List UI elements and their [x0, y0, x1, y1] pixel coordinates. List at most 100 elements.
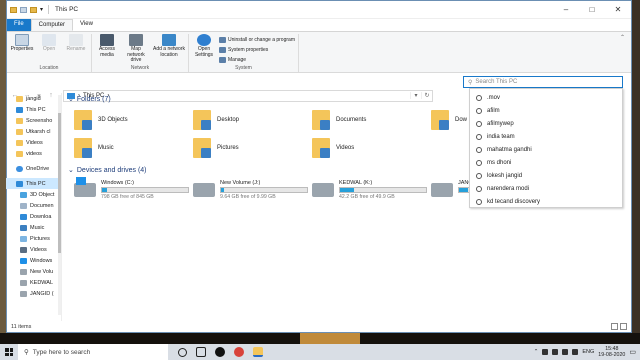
- start-button[interactable]: [0, 344, 18, 360]
- sidebar-item-videos[interactable]: Videos: [6, 244, 61, 255]
- taskbar-search-placeholder: Type here to search: [32, 348, 91, 356]
- chevron-down-icon[interactable]: ▾: [40, 6, 43, 13]
- sidebar-item-pictures[interactable]: Pictures: [6, 233, 61, 244]
- folder-desktop[interactable]: Desktop: [193, 108, 312, 132]
- network-icon[interactable]: [542, 349, 549, 355]
- suggestion-label: narendera modi: [487, 185, 530, 192]
- sidebar-item-onedrive[interactable]: OneDrive: [6, 163, 61, 174]
- scrollbar-thumb[interactable]: [58, 113, 61, 253]
- sidebar-item-this-pc-pinned[interactable]: This PC: [6, 104, 61, 115]
- folder-3d-objects[interactable]: 3D Objects: [74, 108, 193, 132]
- manage-button[interactable]: Manage: [219, 55, 295, 64]
- suggestion-item[interactable]: india team: [470, 130, 622, 143]
- sidebar-item-jangid[interactable]: jangid: [6, 93, 61, 104]
- notifications-icon[interactable]: ▭: [629, 348, 636, 356]
- system-properties-button[interactable]: System properties: [219, 45, 295, 54]
- sidebar-item-jangid-drive[interactable]: JANGID (: [6, 288, 61, 299]
- uninstall-label: Uninstall or change a program: [228, 36, 295, 43]
- clock[interactable]: 15:48 19-08-2020: [598, 346, 625, 358]
- drive-usage-fill: [102, 188, 108, 192]
- sidebar-item-videos-lower[interactable]: videos: [6, 148, 61, 159]
- clock-date: 19-08-2020: [598, 352, 626, 358]
- open-button[interactable]: Open: [37, 34, 61, 65]
- rename-label: Rename: [66, 46, 86, 52]
- ribbon-collapse-icon[interactable]: ⌃: [620, 34, 631, 72]
- sidebar-item-downloads[interactable]: Downloa: [6, 211, 61, 222]
- tab-view[interactable]: View: [73, 19, 100, 31]
- sidebar-scrollbar[interactable]: [58, 95, 61, 315]
- file-explorer-icon[interactable]: [253, 347, 263, 357]
- sidebar-item-windows-c[interactable]: Windows: [6, 255, 61, 266]
- properties-quick-icon[interactable]: [20, 6, 27, 13]
- suggestion-item[interactable]: mahatma gandhi: [470, 143, 622, 156]
- wifi-icon[interactable]: [562, 349, 569, 355]
- navigation-pane: jangid This PC Screensho Utkarsh cl Vide…: [6, 93, 62, 321]
- sidebar-item-new-volume[interactable]: New Volu: [6, 266, 61, 277]
- open-settings-button[interactable]: Open Settings: [192, 34, 216, 65]
- settings-gear-icon: [197, 34, 211, 46]
- drive-new-volume-j[interactable]: New Volume (J:) 9.64 GB free of 9.99 GB: [193, 180, 312, 210]
- properties-button[interactable]: Properties: [10, 34, 34, 65]
- close-button[interactable]: ✕: [605, 1, 631, 19]
- folder-icon: [16, 150, 23, 157]
- suggestion-label: afilm: [487, 107, 500, 114]
- sidebar-item-documents[interactable]: Documen: [6, 200, 61, 211]
- maximize-button[interactable]: □: [579, 1, 605, 19]
- suggestion-item[interactable]: afilmywep: [470, 117, 622, 130]
- rename-button[interactable]: Rename: [64, 34, 88, 65]
- sidebar-item-label: OneDrive: [26, 165, 50, 172]
- folder-pictures[interactable]: Pictures: [193, 136, 312, 160]
- suggestion-item[interactable]: kd tecand discovery: [470, 195, 622, 208]
- minimize-button[interactable]: –: [553, 1, 579, 19]
- add-network-location-label: Add a network location: [153, 46, 185, 58]
- tab-computer[interactable]: Computer: [30, 19, 74, 31]
- suggestion-item[interactable]: afilm: [470, 104, 622, 117]
- chevron-up-icon[interactable]: ⌃: [534, 349, 539, 355]
- map-network-drive-button[interactable]: Map network drive: [122, 34, 150, 65]
- drives-grid: Windows (C:) 798 GB free of 845 GB New V…: [66, 177, 546, 210]
- folder-icon[interactable]: [10, 6, 17, 13]
- chrome-icon[interactable]: [234, 347, 244, 357]
- media-player-icon[interactable]: [215, 347, 225, 357]
- folders-group-header[interactable]: ⌄ Folders (7): [66, 93, 466, 105]
- sidebar-item-this-pc[interactable]: This PC: [6, 178, 61, 189]
- search-suggestions: .mov afilm afilmywep india team mahatma …: [469, 88, 623, 208]
- taskbar-search-box[interactable]: ⚲ Type here to search: [18, 344, 168, 360]
- history-clock-icon: [476, 107, 482, 114]
- search-input[interactable]: ⚲ Search This PC: [463, 76, 623, 88]
- large-icons-view-icon[interactable]: [620, 323, 627, 330]
- folder-documents[interactable]: Documents: [312, 108, 431, 132]
- drive-kedwal-k[interactable]: KEDWAL (K:) 42.2 GB free of 49.9 GB: [312, 180, 431, 210]
- search-placeholder: Search This PC: [475, 79, 518, 85]
- drive-windows-c[interactable]: Windows (C:) 798 GB free of 845 GB: [74, 177, 193, 210]
- sidebar-item-videos-pinned[interactable]: Videos: [6, 137, 61, 148]
- drives-group-header[interactable]: ⌄ Devices and drives (4): [66, 164, 466, 176]
- battery-icon[interactable]: [552, 349, 559, 355]
- details-view-icon[interactable]: [611, 323, 618, 330]
- sidebar-item-3d-objects[interactable]: 3D Object: [6, 189, 61, 200]
- language-indicator[interactable]: ENG: [582, 349, 594, 355]
- folder-videos[interactable]: Videos: [312, 136, 431, 160]
- sidebar-item-kedwal[interactable]: KEDWAL: [6, 277, 61, 288]
- system-properties-label: System properties: [228, 46, 269, 53]
- tab-file[interactable]: File: [7, 19, 31, 31]
- folder-music[interactable]: Music: [74, 136, 193, 160]
- suggestion-item[interactable]: ms dhoni: [470, 156, 622, 169]
- folder-label: Videos: [336, 145, 355, 151]
- add-network-location-button[interactable]: Add a network location: [153, 34, 185, 65]
- drives-heading: Devices and drives (4): [76, 166, 147, 174]
- suggestion-item[interactable]: lokesh jangid: [470, 169, 622, 182]
- sidebar-item-label: JANGID (: [30, 290, 54, 297]
- sidebar-item-music[interactable]: Music: [6, 222, 61, 233]
- suggestion-item[interactable]: .mov: [470, 91, 622, 104]
- sidebar-item-screenshots[interactable]: Screensho: [6, 115, 61, 126]
- cortana-circle-icon[interactable]: [178, 347, 187, 357]
- suggestion-item[interactable]: narendera modi: [470, 182, 622, 195]
- new-folder-quick-icon[interactable]: [30, 6, 37, 13]
- task-view-icon[interactable]: [196, 347, 206, 357]
- access-media-button[interactable]: Access media: [95, 34, 119, 65]
- sidebar-item-utkarsh[interactable]: Utkarsh cl: [6, 126, 61, 137]
- search-icon: ⚲: [468, 79, 473, 86]
- uninstall-program-button[interactable]: Uninstall or change a program: [219, 35, 295, 44]
- volume-icon[interactable]: [572, 349, 579, 355]
